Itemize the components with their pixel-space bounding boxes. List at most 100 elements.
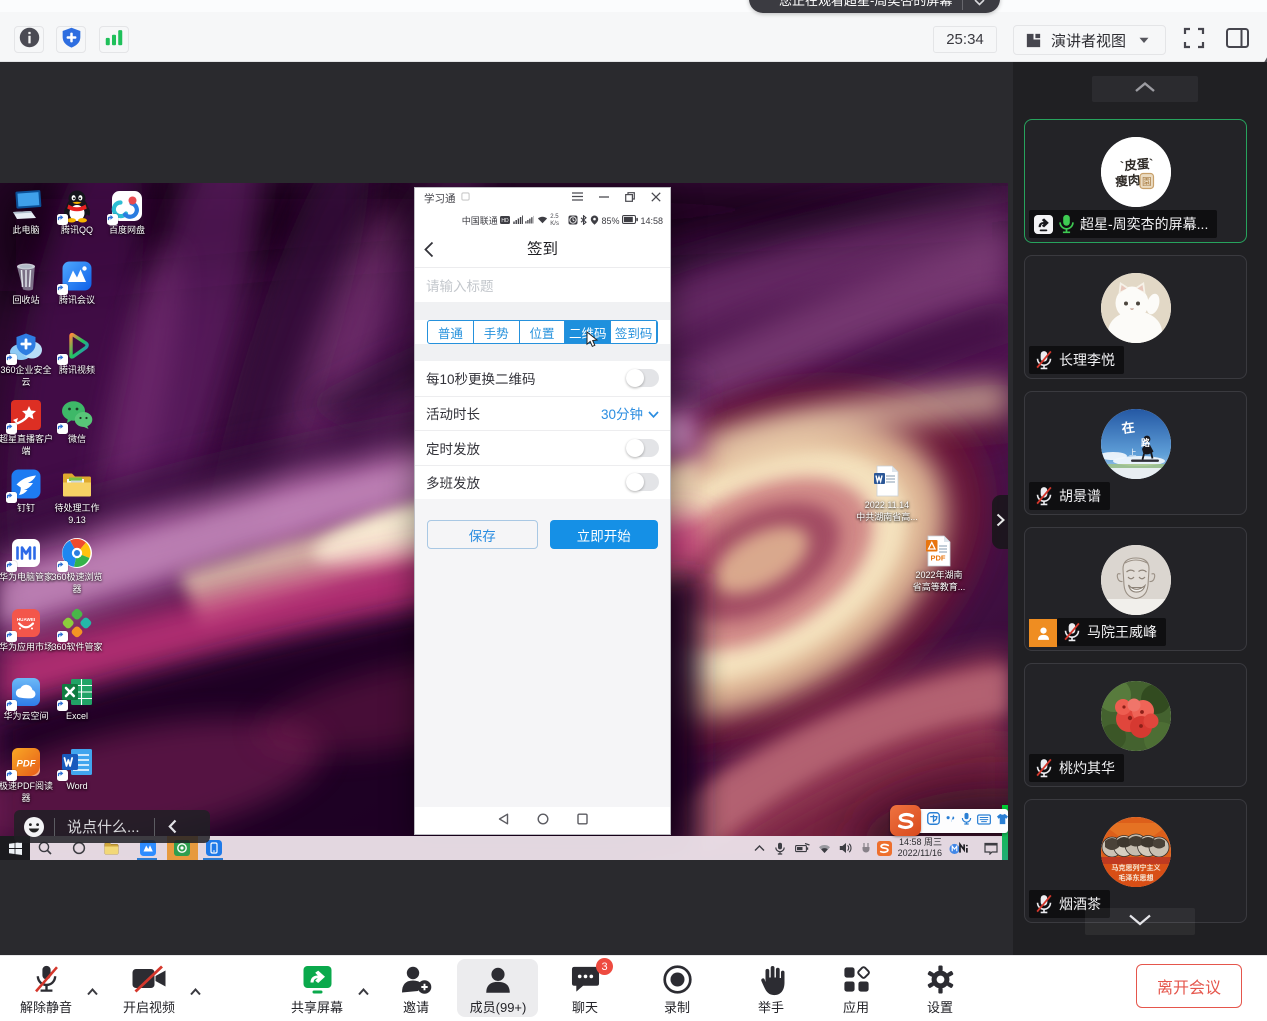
participant-tile[interactable]: 在路上 胡景谱 bbox=[1024, 391, 1247, 515]
side-flyout-expand-tab[interactable] bbox=[992, 495, 1008, 549]
participant-tile[interactable]: 马克思列宁主义毛泽东思想 烟酒茶 bbox=[1024, 799, 1247, 923]
tray-mic-icon[interactable] bbox=[771, 839, 789, 857]
window-close-icon[interactable] bbox=[651, 192, 661, 205]
desktop-icon-word-document[interactable]: 2022.11.14 中共湖南省高... bbox=[852, 464, 922, 523]
hd-badge-icon: HD bbox=[500, 216, 510, 226]
settings-button[interactable]: 设置 bbox=[898, 963, 982, 1016]
desktop-icon-tencent-meeting[interactable]: 腾讯会议 bbox=[42, 259, 112, 307]
view-mode-switcher[interactable]: 演讲者视图 bbox=[1013, 25, 1166, 55]
raise-hand-button[interactable]: 举手 bbox=[729, 963, 813, 1016]
sidebar-collapse-up-button[interactable] bbox=[1092, 76, 1198, 102]
desktop-icon-360-software-manager[interactable]: 360软件管家 bbox=[42, 606, 112, 654]
back-arrow-icon[interactable] bbox=[424, 241, 434, 263]
participant-name: 马院王威峰 bbox=[1087, 622, 1157, 642]
mic-on-icon bbox=[1058, 214, 1075, 234]
sign-title-input[interactable]: 请输入标题 bbox=[415, 268, 670, 302]
desktop-icon-label: 待处理工作 9.13 bbox=[42, 503, 112, 526]
ime-punct-icon[interactable] bbox=[945, 812, 956, 830]
toggle-qr-refresh[interactable] bbox=[626, 369, 659, 387]
start-video-button[interactable]: 开启视频 bbox=[107, 963, 191, 1016]
tray-pc-manager-icon[interactable] bbox=[949, 839, 971, 857]
window-minimize-icon[interactable] bbox=[599, 192, 609, 204]
invite-button[interactable]: 邀请 bbox=[374, 963, 458, 1016]
chat-button[interactable]: 聊天 bbox=[543, 963, 627, 1016]
desktop-icon-tencent-video[interactable]: 腾讯视频 bbox=[42, 329, 112, 377]
taskbar-date: 2022/11/16 bbox=[898, 848, 942, 859]
tray-chevron-up-icon[interactable] bbox=[750, 839, 768, 857]
app-icon-image bbox=[9, 398, 43, 432]
tab-normal[interactable]: 普通 bbox=[428, 321, 474, 343]
unmute-button[interactable]: 解除静音 bbox=[4, 963, 88, 1016]
tray-sogou-icon[interactable] bbox=[876, 839, 892, 857]
participant-tile[interactable]: 马院王威峰 bbox=[1024, 527, 1247, 651]
save-button[interactable]: 保存 bbox=[427, 520, 538, 549]
battery-percent: 85% bbox=[601, 216, 619, 226]
app-icon-image bbox=[60, 606, 94, 640]
record-button[interactable]: 录制 bbox=[635, 963, 719, 1016]
apps-button[interactable]: 应用 bbox=[814, 963, 898, 1016]
window-restore-icon[interactable] bbox=[625, 192, 635, 205]
share-options-chevron[interactable] bbox=[357, 983, 370, 1001]
app-icon-image bbox=[9, 536, 43, 570]
taskbar-clock[interactable]: 14:58 周三 2022/11/16 bbox=[898, 837, 942, 859]
tab-gesture[interactable]: 手势 bbox=[474, 321, 520, 343]
tray-volume-icon[interactable] bbox=[836, 839, 854, 857]
sidebar-scroll-down-button[interactable] bbox=[1085, 908, 1195, 935]
android-back-icon[interactable] bbox=[498, 812, 509, 830]
leave-meeting-button[interactable]: 离开会议 bbox=[1136, 964, 1242, 1008]
phone-empty-area: 保存 立即开始 bbox=[415, 499, 670, 807]
ime-mic-icon[interactable] bbox=[961, 812, 972, 830]
mic-muted-icon bbox=[1062, 622, 1082, 642]
desktop-icon-pdf-document[interactable]: PDF 2022年湖南 省高等教育... bbox=[904, 534, 974, 593]
chat-input-placeholder[interactable]: 说点什么... bbox=[55, 816, 154, 837]
toggle-sidebar-button[interactable] bbox=[1223, 28, 1251, 52]
phone-action-buttons: 保存 立即开始 bbox=[427, 520, 658, 549]
toggle-multi-class[interactable] bbox=[626, 473, 659, 491]
chat-collapse-icon[interactable] bbox=[168, 819, 177, 834]
sogou-logo-icon[interactable] bbox=[890, 805, 921, 836]
participant-tile-sharing[interactable]: `皮蛋`瘦肉園 超星-周奕杏的屏幕... bbox=[1024, 119, 1247, 243]
apps-label: 应用 bbox=[843, 997, 869, 1016]
share-screen-button[interactable]: 共享屏幕 bbox=[275, 963, 359, 1016]
sogou-ime-toolbar bbox=[891, 809, 1008, 833]
tab-location[interactable]: 位置 bbox=[520, 321, 566, 343]
video-options-chevron[interactable] bbox=[189, 983, 202, 1001]
app-icon-image bbox=[9, 329, 43, 363]
ime-skin-icon[interactable] bbox=[996, 812, 1008, 830]
meeting-info-button[interactable] bbox=[14, 26, 44, 53]
security-button[interactable] bbox=[56, 26, 86, 53]
shortcut-arrow-icon bbox=[57, 770, 68, 781]
window-menu-icon[interactable] bbox=[572, 192, 583, 204]
desktop-icon-excel[interactable]: Excel bbox=[42, 675, 112, 723]
desktop-icon-baidu-netdisk[interactable]: 百度网盘 bbox=[92, 189, 162, 237]
setting-row-duration[interactable]: 活动时长 30分钟 bbox=[415, 396, 670, 431]
desktop-icon-wechat[interactable]: 微信 bbox=[42, 398, 112, 446]
ime-mode-icon[interactable] bbox=[927, 812, 940, 830]
ime-keyboard-icon[interactable] bbox=[977, 812, 991, 830]
pin-icon bbox=[461, 192, 470, 204]
duration-select[interactable]: 30分钟 bbox=[601, 403, 659, 423]
desktop-icon-360-browser[interactable]: 360极速浏览 器 bbox=[42, 536, 112, 595]
banner-collapse-icon[interactable] bbox=[973, 0, 986, 11]
android-recents-icon[interactable] bbox=[577, 812, 588, 830]
toggle-timed-release[interactable] bbox=[626, 439, 659, 457]
tray-notification-icon[interactable] bbox=[982, 839, 1000, 857]
net-speed-value: 2.5 bbox=[550, 214, 559, 221]
members-button[interactable]: 成员(99+) bbox=[456, 963, 540, 1016]
tab-signcode[interactable]: 签到码 bbox=[611, 321, 657, 343]
mic-options-chevron[interactable] bbox=[86, 983, 99, 1001]
start-now-button[interactable]: 立即开始 bbox=[550, 520, 659, 549]
network-quality-button[interactable] bbox=[99, 26, 129, 53]
desktop-icon-label: 360软件管家 bbox=[42, 642, 112, 654]
phone-nav-bar: 签到 bbox=[415, 233, 670, 268]
android-home-icon[interactable] bbox=[537, 812, 549, 830]
fullscreen-button[interactable] bbox=[1180, 28, 1208, 52]
desktop-icon-pending-work-folder[interactable]: 待处理工作 9.13 bbox=[42, 467, 112, 526]
emoji-smiley-icon[interactable] bbox=[23, 816, 45, 838]
desktop-icon-word[interactable]: Word bbox=[42, 745, 112, 793]
participant-tile[interactable]: 桃灼其华 bbox=[1024, 663, 1247, 787]
participant-tile[interactable]: 长理李悦 bbox=[1024, 255, 1247, 379]
tray-power-icon[interactable] bbox=[857, 839, 875, 857]
tray-network-icon[interactable] bbox=[815, 839, 833, 857]
tray-pen-battery-icon[interactable] bbox=[793, 839, 811, 857]
